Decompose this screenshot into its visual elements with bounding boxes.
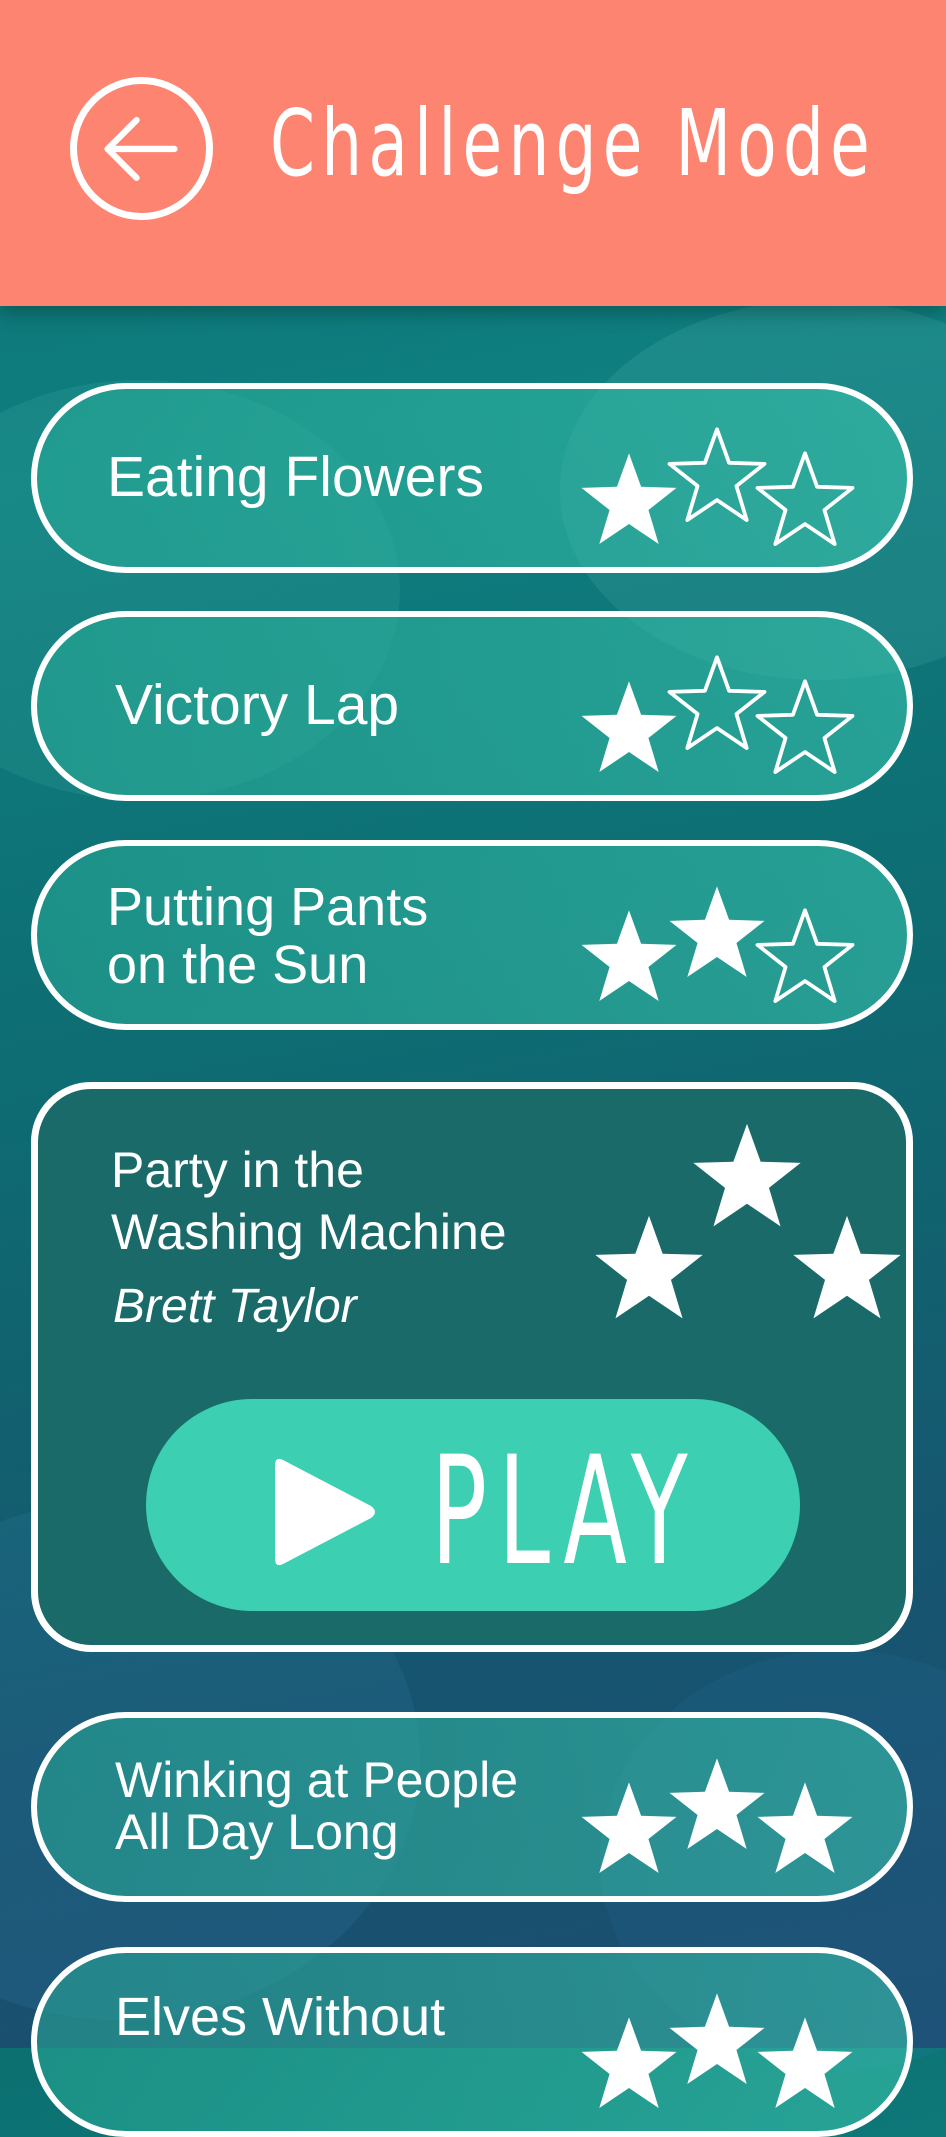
arrow-left-icon	[104, 116, 178, 181]
star-outline-icon	[751, 906, 859, 1014]
star-rating	[575, 882, 859, 1003]
play-icon	[275, 1458, 375, 1566]
challenge-title-line: on the Sun	[107, 935, 369, 995]
challenge-title: Putting Pants on the Sun	[107, 878, 428, 994]
challenge-title-line: Putting Pants	[107, 877, 429, 937]
challenge-title-line: All Day Long	[115, 1804, 399, 1860]
challenge-card[interactable]: Elves Without	[31, 1947, 913, 2137]
challenge-card[interactable]: Winking at People All Day Long	[31, 1712, 913, 1902]
challenge-author: Brett Taylor	[113, 1280, 357, 1333]
challenge-title: Elves Without	[115, 1989, 445, 2045]
challenge-title: Party in the Washing Machine	[111, 1139, 507, 1263]
challenge-title-line: Party in the	[111, 1142, 364, 1198]
star-icon	[786, 1211, 908, 1333]
star-rating	[575, 653, 859, 774]
star-filled-icon	[751, 2013, 859, 2121]
selected-challenge-card[interactable]: Party in the Washing Machine Brett Taylo…	[31, 1082, 913, 1652]
play-label: PLAY	[431, 1425, 699, 1599]
challenge-card[interactable]: Eating Flowers	[31, 383, 913, 573]
back-button[interactable]	[70, 77, 213, 220]
page-title: Challenge Mode	[270, 90, 877, 197]
challenge-title-line: Elves Without	[115, 1987, 446, 2047]
challenge-title-line: Eating Flowers	[107, 445, 484, 509]
star-rating-large	[588, 1119, 908, 1349]
challenge-title-line: Victory Lap	[115, 673, 400, 737]
challenge-card[interactable]: Victory Lap	[31, 611, 913, 801]
play-button[interactable]: PLAY	[146, 1399, 800, 1611]
challenge-title-line: Washing Machine	[111, 1204, 507, 1260]
challenge-title-line: Winking at People	[115, 1752, 519, 1808]
challenge-title: Winking at People All Day Long	[115, 1754, 518, 1858]
star-icon	[588, 1211, 710, 1333]
star-rating	[575, 425, 859, 546]
challenge-card[interactable]: Putting Pants on the Sun	[31, 840, 913, 1030]
challenge-title: Victory Lap	[115, 673, 400, 737]
challenge-title: Eating Flowers	[107, 445, 484, 509]
star-rating	[575, 1754, 859, 1874]
header-bar: Challenge Mode	[0, 0, 946, 306]
star-filled-icon	[751, 1778, 859, 1886]
star-outline-icon	[751, 677, 859, 785]
star-rating	[575, 1989, 859, 2109]
star-outline-icon	[751, 449, 859, 557]
